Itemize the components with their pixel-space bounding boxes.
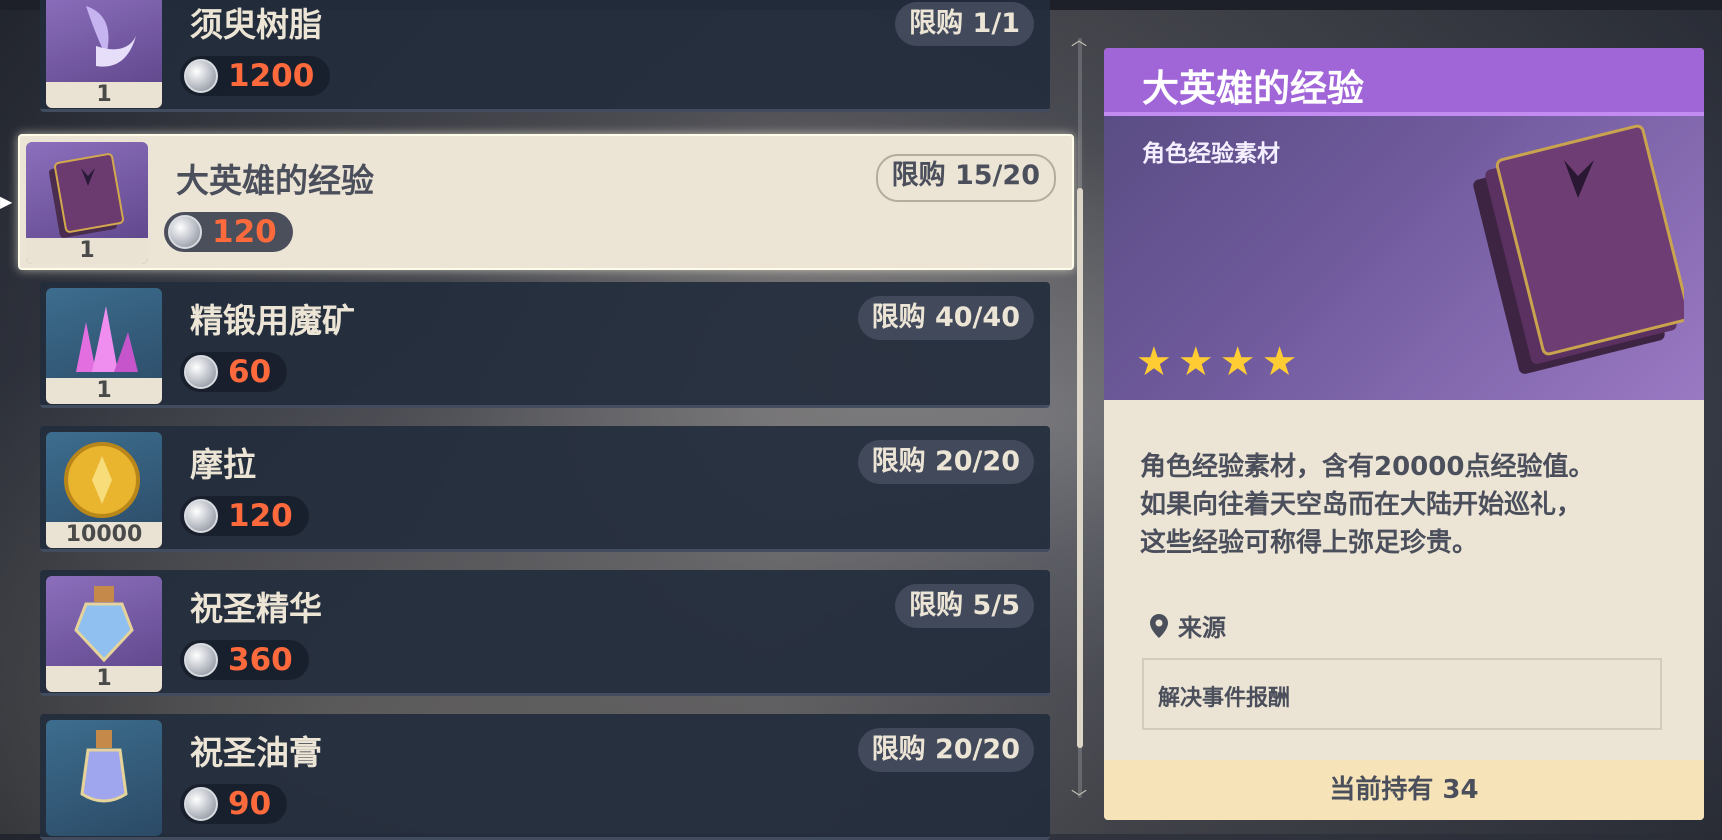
- shop-item-sanctifying-unction[interactable]: 祝圣油膏 限购 20/20 90: [40, 714, 1050, 840]
- item-count: 10000: [46, 522, 162, 548]
- item-category: 角色经验素材: [1142, 141, 1280, 167]
- book-icon: 1: [26, 142, 148, 264]
- detail-header: 大英雄的经验 角色经验素材 ★ ★ ★ ★: [1104, 48, 1704, 400]
- item-price: 120: [180, 496, 309, 536]
- scrollbar-thumb[interactable]: [1077, 188, 1083, 748]
- star-icon: ★: [1177, 339, 1214, 385]
- oil-bottle-icon: [46, 720, 162, 836]
- price-value: 90: [228, 786, 272, 822]
- price-value: 60: [228, 354, 272, 390]
- description-line: 如果向往着天空岛而在大陆开始巡礼，: [1140, 490, 1583, 520]
- scroll-up-icon[interactable]: ︿: [1071, 26, 1087, 50]
- price-value: 1200: [228, 58, 315, 94]
- cursor-arrow-icon: ▶: [0, 192, 13, 211]
- item-count: 1: [26, 238, 148, 264]
- silver-coin-icon: [168, 215, 202, 249]
- item-price: 1200: [180, 56, 331, 96]
- shop-item-sanctifying-essence[interactable]: 1 祝圣精华 限购 5/5 360: [40, 570, 1050, 696]
- purchase-limit-badge: 限购 20/20: [857, 440, 1034, 484]
- detail-title: 大英雄的经验: [1142, 67, 1364, 110]
- price-value: 120: [212, 214, 277, 250]
- owned-count: 当前持有 34: [1104, 760, 1704, 820]
- item-name: 须臾树脂: [190, 5, 322, 44]
- detail-title-bar: 大英雄的经验: [1104, 48, 1704, 116]
- item-count: 1: [46, 378, 162, 404]
- description-line: 这些经验可称得上弥足珍贵。: [1140, 528, 1479, 558]
- item-detail-panel: 大英雄的经验 角色经验素材 ★ ★ ★ ★ 角色经验素材，含有20000点经验值…: [1104, 48, 1704, 820]
- item-name: 摩拉: [190, 445, 256, 484]
- item-price: 60: [180, 352, 288, 392]
- item-count: 1: [46, 666, 162, 692]
- item-price: 120: [164, 212, 293, 252]
- purchase-limit-badge: 限购 5/5: [895, 584, 1034, 628]
- book-icon: [1473, 124, 1684, 374]
- resin-icon: 1: [46, 0, 162, 108]
- star-icon: ★: [1261, 339, 1298, 385]
- essence-bottle-icon: 1: [46, 576, 162, 692]
- item-name: 精锻用魔矿: [190, 301, 355, 340]
- star-icon: ★: [1136, 339, 1172, 385]
- star-icon: ★: [1219, 339, 1256, 385]
- source-text: 解决事件报酬: [1158, 686, 1291, 711]
- silver-coin-icon: [184, 499, 218, 533]
- scroll-down-icon[interactable]: ﹀: [1071, 784, 1087, 808]
- silver-coin-icon: [184, 59, 218, 93]
- item-price: 360: [180, 640, 309, 680]
- item-name: 祝圣精华: [190, 589, 322, 628]
- shop-item-mora[interactable]: 10000 摩拉 限购 20/20 120: [40, 426, 1050, 552]
- price-value: 120: [228, 498, 293, 534]
- silver-coin-icon: [184, 643, 218, 677]
- item-description: 角色经验素材，含有20000点经验值。 如果向往着天空岛而在大陆开始巡礼， 这些…: [1140, 448, 1680, 562]
- source-label-text: 来源: [1178, 614, 1226, 642]
- silver-coin-icon: [184, 355, 218, 389]
- item-name: 祝圣油膏: [190, 733, 322, 772]
- mora-coin-icon: 10000: [46, 432, 162, 548]
- source-entry[interactable]: 解决事件报酬: [1142, 658, 1662, 730]
- shop-item-list: 1 须臾树脂 限购 1/1 1200 1 大英雄的经验 限购 15/20 120: [0, 0, 1090, 840]
- shop-item-mystic-ore[interactable]: 1 精锻用魔矿 限购 40/40 60: [40, 282, 1050, 408]
- crystal-icon: 1: [46, 288, 162, 404]
- location-pin-icon: [1150, 613, 1168, 638]
- item-name: 大英雄的经验: [176, 161, 374, 200]
- rarity-stars: ★ ★ ★ ★: [1136, 342, 1297, 382]
- shop-item-hero-wit[interactable]: 1 大英雄的经验 限购 15/20 120: [18, 134, 1074, 270]
- price-value: 360: [228, 642, 293, 678]
- item-count: 1: [46, 82, 162, 108]
- source-section-label: 来源: [1150, 608, 1226, 643]
- item-price: 90: [180, 784, 288, 824]
- purchase-limit-badge: 限购 40/40: [857, 296, 1034, 340]
- purchase-limit-badge: 限购 20/20: [857, 728, 1034, 772]
- silver-coin-icon: [184, 787, 218, 821]
- description-line: 角色经验素材，含有20000点经验值。: [1140, 452, 1595, 482]
- purchase-limit-badge: 限购 1/1: [895, 2, 1034, 46]
- shop-item-resin[interactable]: 1 须臾树脂 限购 1/1 1200: [40, 0, 1050, 112]
- purchase-limit-badge: 限购 15/20: [875, 154, 1056, 202]
